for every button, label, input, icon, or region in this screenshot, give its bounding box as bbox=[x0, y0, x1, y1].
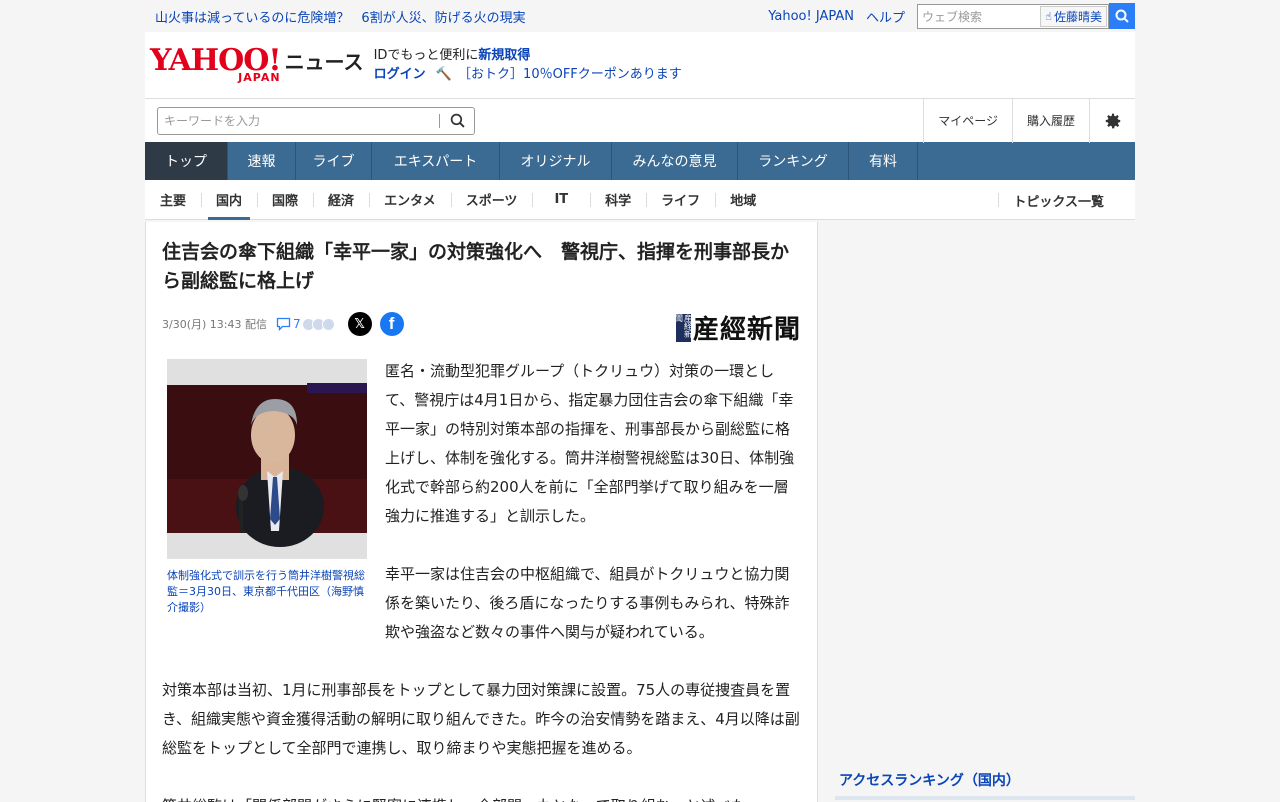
access-ranking: アクセスランキング（国内） bbox=[835, 770, 1135, 800]
nav-tab-top[interactable]: トップ bbox=[145, 142, 228, 180]
logo-main: YAHOO! bbox=[150, 42, 282, 78]
ranking-title[interactable]: アクセスランキング（国内） bbox=[835, 770, 1135, 790]
hammer-icon: 🔨 bbox=[435, 67, 452, 82]
publish-date: 3/30(月) 13:43 配信 bbox=[162, 318, 267, 331]
user-name: 佐藤晴美 bbox=[1053, 9, 1102, 24]
article-paragraph: 筒井総監は「関係部門がさらに緊密に連携し、全部門一丸となって取り組む」と述べた。 bbox=[162, 792, 801, 802]
article-meta: 3/30(月) 13:43 配信 7 𝕏 f 産経新聞 産經新聞 bbox=[162, 309, 801, 345]
promo-text: IDでもっと便利に bbox=[373, 48, 479, 63]
logo-news: ニュース bbox=[284, 49, 364, 74]
category-sports[interactable]: スポーツ bbox=[450, 180, 533, 220]
category-economy[interactable]: 経済 bbox=[313, 180, 369, 220]
search-icon bbox=[450, 113, 465, 128]
publisher-logo[interactable]: 産経新聞 産經新聞 bbox=[674, 309, 801, 346]
login-promo: IDでもっと便利に新規取得 ログイン 🔨 ［おトク］10％OFFクーポンあります bbox=[374, 46, 682, 84]
user-button[interactable]: ☝ 佐藤晴美 bbox=[1040, 5, 1107, 27]
search-icon bbox=[1115, 9, 1129, 23]
article: 住吉会の傘下組織「幸平一家」の対策強化へ 警視庁、指揮を刑事部長から副総監に格上… bbox=[145, 222, 818, 802]
reaction-faces bbox=[301, 317, 335, 331]
article-figure: 体制強化式で訓示を行う筒井洋樹警視総監＝3月30日、東京都千代田区（海野慎介撮影… bbox=[167, 359, 367, 616]
signup-link[interactable]: 新規取得 bbox=[478, 48, 530, 63]
top-bar: 山火事は減っているのに危険増？ 6割が人災、防げる火の現実 Yahoo! JAPA… bbox=[145, 0, 1135, 32]
emergency-links: 山火事は減っているのに危険増？ 6割が人災、防げる火の現実 bbox=[145, 7, 526, 26]
hand-icon: ☝ bbox=[1045, 9, 1052, 23]
help-link[interactable]: ヘルプ bbox=[866, 7, 905, 26]
nav-tab-expert[interactable]: エキスパート bbox=[372, 142, 500, 180]
purchase-history-link[interactable]: 購入履歴 bbox=[1011, 98, 1089, 143]
login-link[interactable]: ログイン bbox=[374, 67, 426, 82]
keyword-placeholder: キーワードを入力 bbox=[164, 114, 261, 128]
article-body: 体制強化式で訓示を行う筒井洋樹警視総監＝3月30日、東京都千代田区（海野慎介撮影… bbox=[162, 357, 801, 802]
web-search-placeholder: ウェブ検索 bbox=[922, 9, 983, 24]
nav-tab-original[interactable]: オリジナル bbox=[500, 142, 612, 180]
nav-tab-breaking[interactable]: 速報 bbox=[228, 142, 296, 180]
category-science[interactable]: 科学 bbox=[590, 180, 646, 220]
emergency-link[interactable]: 山火事は減っているのに危険増？ bbox=[155, 11, 349, 26]
x-share-icon[interactable]: 𝕏 bbox=[347, 312, 372, 336]
reaction-face-icon bbox=[321, 317, 335, 331]
topics-list-link[interactable]: トピックス一覧 bbox=[998, 180, 1119, 220]
category-world[interactable]: 国際 bbox=[257, 180, 313, 220]
category-it[interactable]: IT bbox=[532, 180, 590, 220]
category-life[interactable]: ライフ bbox=[646, 180, 715, 220]
mypage-link[interactable]: マイページ bbox=[923, 98, 1012, 143]
nav-tab-opinions[interactable]: みんなの意見 bbox=[612, 142, 738, 180]
search-row: キーワードを入力 マイページ 購入履歴 bbox=[145, 98, 1135, 143]
ranking-divider bbox=[835, 796, 1135, 800]
web-search-input[interactable]: ウェブ検索 ☝ 佐藤晴美 bbox=[917, 3, 1109, 29]
keyword-search-button[interactable] bbox=[440, 113, 474, 128]
article-photo[interactable] bbox=[167, 359, 367, 559]
facebook-share-icon[interactable]: f bbox=[379, 312, 404, 336]
speaker-photo bbox=[167, 359, 367, 559]
publisher-logo-box: 産経新聞 bbox=[674, 313, 692, 342]
web-search-button[interactable] bbox=[1109, 3, 1135, 29]
nav-tab-live[interactable]: ライブ bbox=[296, 142, 372, 180]
photo-caption: 体制強化式で訓示を行う筒井洋樹警視総監＝3月30日、東京都千代田区（海野慎介撮影… bbox=[167, 569, 365, 614]
category-nav: 主要 国内 国際 経済 エンタメ スポーツ IT 科学 ライフ 地域 トピックス… bbox=[145, 180, 1135, 220]
category-main[interactable]: 主要 bbox=[145, 180, 201, 220]
settings-button[interactable] bbox=[1089, 98, 1135, 143]
comment-count: 7 bbox=[292, 317, 301, 331]
comments-link[interactable]: 7 bbox=[276, 317, 301, 331]
category-domestic[interactable]: 国内 bbox=[201, 180, 257, 220]
nav-tab-ranking[interactable]: ランキング bbox=[738, 142, 849, 180]
yahoo-news-logo[interactable]: YAHOO! JAPAN ニュース bbox=[145, 42, 364, 83]
share-buttons: 𝕏 f bbox=[347, 312, 404, 336]
category-entertainment[interactable]: エンタメ bbox=[369, 180, 451, 220]
coupon-link[interactable]: ［おトク］10％OFFクーポンあります bbox=[458, 67, 682, 82]
yahoo-japan-link[interactable]: Yahoo! JAPAN bbox=[768, 9, 854, 24]
comment-icon bbox=[276, 317, 291, 331]
category-local[interactable]: 地域 bbox=[715, 180, 771, 220]
emergency-link[interactable]: 6割が人災、防げる火の現実 bbox=[361, 11, 525, 26]
article-paragraph: 対策本部は当初、1月に刑事部長をトップとして暴力団対策課に設置。75人の専従捜査… bbox=[162, 681, 800, 757]
gear-icon bbox=[1105, 113, 1120, 128]
nav-tab-paid[interactable]: 有料 bbox=[849, 142, 918, 180]
site-header: YAHOO! JAPAN ニュース IDでもっと便利に新規取得 ログイン 🔨 ［… bbox=[145, 32, 1135, 98]
global-nav: トップ 速報 ライブ エキスパート オリジナル みんなの意見 ランキング 有料 bbox=[145, 142, 1135, 180]
publisher-name: 産經新聞 bbox=[692, 315, 801, 345]
keyword-search-input[interactable]: キーワードを入力 bbox=[157, 106, 475, 135]
article-title: 住吉会の傘下組織「幸平一家」の対策強化へ 警視庁、指揮を刑事部長から副総監に格上… bbox=[162, 241, 790, 292]
